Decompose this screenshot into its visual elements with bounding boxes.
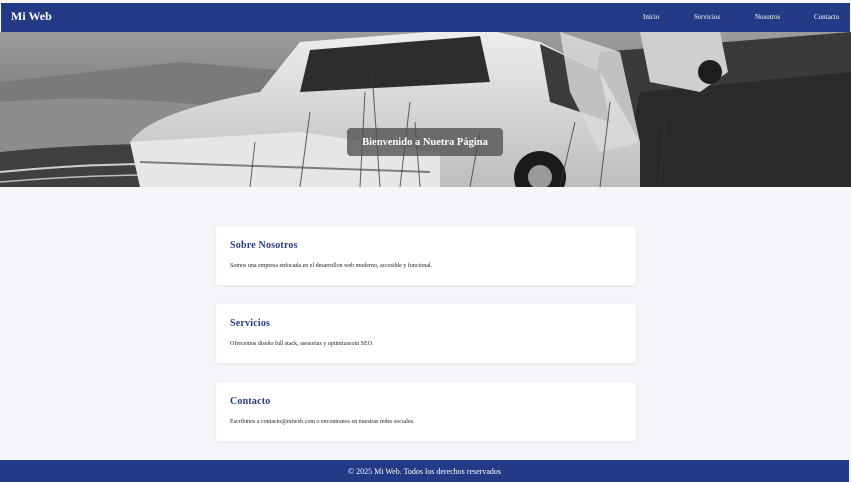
site-logo[interactable]: Mi Web bbox=[11, 9, 52, 24]
site-footer: © 2025 Mi Web. Todos los derechos reserv… bbox=[0, 460, 849, 482]
nav-link-inicio[interactable]: Inicio bbox=[643, 13, 659, 21]
section-card-about: Sobre Nosotros Somos una empresa enfocad… bbox=[216, 226, 636, 285]
page: Mi Web Inicio Servicios Nosotros Contact… bbox=[0, 0, 851, 482]
section-title: Servicios bbox=[230, 318, 271, 329]
site-header: Mi Web Inicio Servicios Nosotros Contact… bbox=[1, 3, 850, 32]
section-card-services: Servicios Ofrecemos diseño full stack, a… bbox=[216, 304, 636, 363]
hero-banner: Bienvenido a Nuetra Página bbox=[0, 32, 851, 187]
section-title: Contacto bbox=[230, 396, 271, 407]
section-text: Escribinos a contacto@miweb.com o encont… bbox=[230, 419, 415, 425]
hero-title: Bienvenido a Nuetra Página bbox=[347, 128, 503, 156]
copyright-text: © 2025 Mi Web. Todos los derechos reserv… bbox=[348, 466, 501, 476]
section-text: Somos una empresa enfocada en el desarro… bbox=[230, 263, 433, 269]
nav-link-contacto[interactable]: Contacto bbox=[814, 13, 839, 21]
hero-image bbox=[0, 32, 851, 187]
section-title: Sobre Nosotros bbox=[230, 240, 298, 251]
nav-link-nosotros[interactable]: Nosotros bbox=[755, 13, 780, 21]
nav-link-servicios[interactable]: Servicios bbox=[694, 13, 720, 21]
section-text: Ofrecemos diseño full stack, asesorias y… bbox=[230, 341, 374, 347]
section-card-contact: Contacto Escribinos a contacto@miweb.com… bbox=[216, 382, 636, 441]
